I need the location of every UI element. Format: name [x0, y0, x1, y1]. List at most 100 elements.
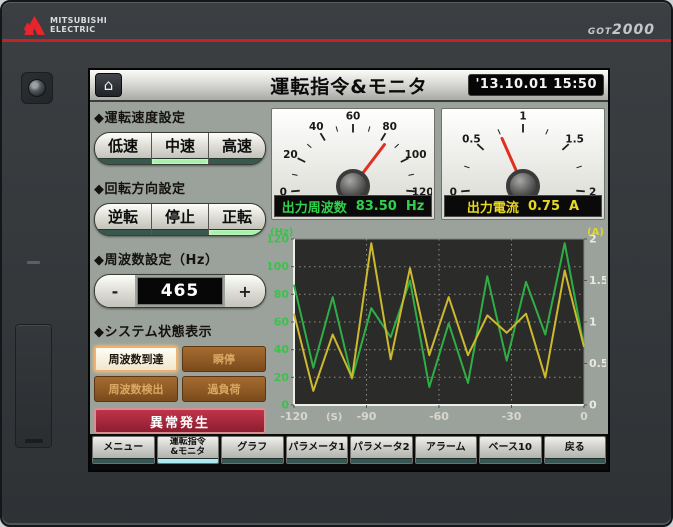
high-speed-button[interactable]: 高速	[209, 133, 265, 164]
alarm-indicator: 異常発生	[94, 408, 266, 434]
current-gauge-dial: 00.511.52	[444, 110, 602, 195]
cover-label	[25, 439, 43, 443]
tab-base10[interactable]: ベース10	[479, 436, 542, 464]
human-sensor	[21, 72, 53, 104]
reverse-label: 逆転	[95, 204, 151, 229]
svg-text:-90: -90	[357, 410, 377, 423]
svg-text:(S): (S)	[326, 412, 342, 423]
frequency-section-label: ◆周波数設定（Hz）	[94, 249, 266, 268]
tab-parameter1-label: パラメータ1	[288, 442, 345, 453]
speed-button-group: 低速 中速 高速	[94, 132, 266, 165]
svg-text:0: 0	[580, 410, 588, 423]
tab-graph-indicator	[222, 458, 283, 463]
tab-parameter1[interactable]: パラメータ1	[286, 436, 349, 464]
stop-indicator	[152, 229, 208, 235]
frequency-increment-button[interactable]: +	[225, 275, 265, 307]
frequency-gauge-unit: Hz	[406, 199, 424, 214]
frequency-stepper: - 465 +	[94, 274, 266, 308]
forward-button[interactable]: 正転	[209, 204, 265, 235]
tab-base10-indicator	[480, 458, 541, 463]
stop-button[interactable]: 停止	[152, 204, 209, 235]
stop-label: 停止	[152, 204, 208, 229]
low-speed-label: 低速	[95, 133, 151, 158]
forward-indicator	[209, 229, 265, 235]
tab-graph[interactable]: グラフ	[221, 436, 284, 464]
hmi-device: MITSUBISHI ELECTRIC GOT2000 ⌂ 運転指令&モニタ '…	[0, 0, 673, 527]
svg-text:1: 1	[519, 111, 526, 123]
speed-section-label: ◆運転速度設定	[94, 107, 266, 126]
frequency-gauge-value: 83.50	[356, 199, 397, 214]
svg-text:(Hz): (Hz)	[270, 227, 293, 238]
tab-back-label: 戻る	[565, 442, 585, 453]
status-lamp-grid: 周波数到達 瞬停 周波数検出 過負荷	[94, 346, 266, 402]
tab-parameter2-indicator	[351, 458, 412, 463]
frequency-gauge-title: 出力周波数	[282, 197, 347, 216]
sensor-lens-icon	[28, 79, 46, 97]
tab-operation-monitor-line2: &モニタ	[170, 448, 205, 458]
svg-text:20: 20	[283, 149, 298, 161]
home-button[interactable]: ⌂	[95, 73, 122, 97]
direction-section-label: ◆回転方向設定	[94, 178, 266, 197]
tab-operation-monitor[interactable]: 運転指令 &モニタ	[157, 436, 220, 464]
tab-bar: メニュー 運転指令 &モニタ グラフ パラメータ1	[90, 434, 608, 470]
power-led	[27, 261, 40, 264]
svg-text:100: 100	[405, 149, 427, 161]
lamp-overload: 過負荷	[182, 376, 266, 402]
lamp-frequency-detect: 周波数検出	[94, 376, 178, 402]
lamp-instant-stop: 瞬停	[182, 346, 266, 372]
brand-line2: ELECTRIC	[50, 26, 107, 35]
svg-text:1: 1	[589, 316, 597, 329]
model-number: 2000	[612, 22, 655, 38]
tab-base10-label: ベース10	[489, 442, 532, 453]
svg-text:60: 60	[346, 111, 361, 123]
svg-text:20: 20	[274, 371, 290, 384]
tab-alarm[interactable]: アラーム	[415, 436, 478, 464]
high-speed-indicator	[209, 158, 265, 164]
high-speed-label: 高速	[209, 133, 265, 158]
tab-parameter2[interactable]: パラメータ2	[350, 436, 413, 464]
tab-back[interactable]: 戻る	[544, 436, 607, 464]
lamp-frequency-reached: 周波数到達	[94, 346, 178, 372]
svg-text:80: 80	[382, 121, 397, 133]
svg-text:0.5: 0.5	[462, 133, 481, 145]
low-speed-indicator	[95, 158, 151, 164]
frequency-gauge: 020406080100120 出力周波数 83.50 Hz	[271, 108, 435, 220]
reverse-button[interactable]: 逆転	[95, 204, 152, 235]
svg-text:60: 60	[274, 316, 290, 329]
model-prefix: GOT	[588, 27, 612, 37]
svg-text:0: 0	[589, 399, 597, 412]
main-content: ◆運転速度設定 低速 中速 高速	[90, 102, 608, 434]
tab-back-indicator	[545, 458, 606, 463]
svg-text:-30: -30	[502, 410, 522, 423]
mid-speed-button[interactable]: 中速	[152, 133, 209, 164]
svg-text:2: 2	[589, 187, 596, 195]
current-gauge: 00.511.52 出力電流 0.75 A	[441, 108, 605, 220]
reverse-indicator	[95, 229, 151, 235]
tab-alarm-indicator	[416, 458, 477, 463]
svg-text:(A): (A)	[587, 227, 604, 238]
svg-text:40: 40	[274, 343, 290, 356]
mid-speed-label: 中速	[152, 133, 208, 158]
mid-speed-indicator	[152, 158, 208, 164]
frequency-gauge-readout: 出力周波数 83.50 Hz	[274, 195, 432, 217]
svg-text:100: 100	[268, 260, 289, 273]
current-gauge-readout: 出力電流 0.75 A	[444, 195, 602, 217]
frequency-decrement-button[interactable]: -	[95, 275, 135, 307]
svg-text:0.5: 0.5	[589, 357, 606, 370]
tab-operation-monitor-indicator	[158, 458, 219, 463]
tab-alarm-label: アラーム	[426, 442, 466, 453]
current-gauge-unit: A	[569, 199, 579, 214]
tab-parameter1-indicator	[287, 458, 348, 463]
direction-button-group: 逆転 停止 正転	[94, 203, 266, 236]
svg-text:0: 0	[450, 187, 457, 195]
lcd-screen: ⌂ 運転指令&モニタ '13.10.01 15:50 ◆運転速度設定 低速 中速	[88, 68, 610, 472]
svg-text:-60: -60	[429, 410, 449, 423]
tab-menu-indicator	[93, 458, 154, 463]
model-logo: GOT2000	[588, 19, 655, 38]
frequency-gauge-dial: 020406080100120	[274, 110, 432, 195]
low-speed-button[interactable]: 低速	[95, 133, 152, 164]
frequency-value-display: 465	[137, 277, 223, 305]
tab-menu[interactable]: メニュー	[92, 436, 155, 464]
svg-text:-120: -120	[280, 410, 308, 423]
tab-parameter2-label: パラメータ2	[353, 442, 410, 453]
